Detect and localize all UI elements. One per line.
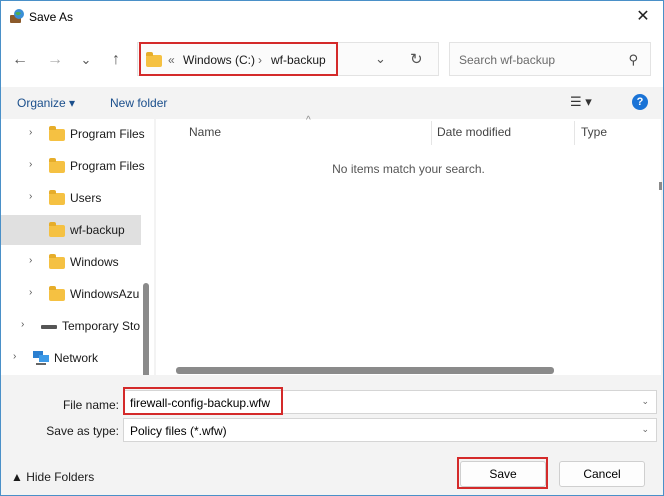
cancel-button[interactable]: Cancel [559,461,645,487]
navigation-tree: › Program Files › Program Files › Users … [1,119,154,375]
expand-chevron-icon[interactable]: › [29,191,32,202]
column-header-date-modified[interactable]: Date modified [437,125,511,139]
network-icon [33,351,49,365]
tree-item-label: Windows [70,255,119,269]
folder-icon [49,222,65,237]
refresh-icon[interactable]: ↻ [410,50,423,68]
expand-chevron-icon[interactable]: › [29,255,32,266]
command-toolbar: Organize ▾ New folder ☰ ▾ ? [1,87,663,119]
expand-chevron-icon[interactable]: › [29,287,32,298]
horizontal-scrollbar[interactable] [176,367,554,374]
file-name-label: File name: [62,398,119,412]
expand-chevron-icon[interactable]: › [21,319,24,330]
column-divider[interactable] [574,121,575,145]
file-list-pane: ^ Name Date modified Type No items match… [156,115,662,375]
save-as-type-select[interactable]: Policy files (*.wfw) ⌄ [123,418,657,442]
empty-folder-message: No items match your search. [332,162,485,176]
folder-icon [49,190,65,205]
column-header-name[interactable]: Name [189,125,221,139]
tree-item-network[interactable]: › Network [1,343,141,373]
expand-chevron-icon[interactable]: › [13,351,16,362]
organize-menu-button[interactable]: Organize ▾ [17,96,75,110]
tree-item-label: wf-backup [70,223,125,237]
folder-icon [49,286,65,301]
search-icon[interactable]: ⚲ [628,52,638,68]
folder-icon [49,126,65,141]
recent-locations-chevron-icon[interactable]: ⌄ [75,49,97,71]
save-as-dialog: Save As ✕ ← → ⌄ ↑ « Windows (C:) › wf-ba… [0,0,664,496]
search-placeholder[interactable]: Search wf-backup [459,53,555,67]
tree-scrollbar[interactable] [143,283,149,375]
column-divider[interactable] [431,121,432,145]
forward-arrow-icon[interactable]: → [44,49,66,71]
navigation-bar: ← → ⌄ ↑ « Windows (C:) › wf-backup ⌄ ↻ S… [1,33,663,87]
tree-item-label: Network [54,351,99,365]
file-name-highlight-box [123,387,283,415]
tree-item-label: Program Files [70,159,145,173]
tree-item-program-files-x86[interactable]: › Program Files [1,151,145,181]
save-highlight-box [457,457,548,489]
expand-chevron-icon[interactable]: › [29,127,32,138]
drive-icon [41,325,57,329]
title-bar: Save As ✕ [1,1,663,33]
file-name-dropdown-icon[interactable]: ⌄ [641,396,649,407]
help-icon[interactable]: ? [632,94,648,110]
tree-item-users[interactable]: › Users [1,183,141,213]
tree-item-label: Temporary Sto [62,319,141,333]
folder-icon [49,158,65,173]
column-header-type[interactable]: Type [581,125,607,139]
tree-item-program-files[interactable]: › Program Files [1,119,145,149]
sort-indicator-icon: ^ [306,115,311,126]
search-box[interactable]: Search wf-backup ⚲ [449,42,651,76]
tree-item-label: Users [70,191,102,205]
close-button[interactable]: ✕ [629,5,657,29]
up-arrow-icon[interactable]: ↑ [105,49,127,71]
app-globe-icon [10,9,24,23]
expand-chevron-icon[interactable]: › [29,159,32,170]
hide-folders-button[interactable]: ▲ Hide Folders [11,470,94,484]
view-options-icon[interactable]: ☰ ▾ [570,94,592,110]
tree-item-windows[interactable]: › Windows [1,247,141,277]
save-as-type-dropdown-icon[interactable]: ⌄ [641,424,649,435]
tree-item-wf-backup[interactable]: wf-backup [1,215,141,245]
tree-item-temporary-storage[interactable]: › Temporary Sto [1,311,141,341]
address-highlight-box [139,42,338,76]
address-dropdown-chevron-icon[interactable]: ⌄ [375,51,386,67]
folder-icon [49,254,65,269]
save-as-type-label: Save as type: [46,424,119,438]
tree-item-label: Program Files [70,127,145,141]
window-title: Save As [29,10,74,24]
new-folder-button[interactable]: New folder [110,96,167,110]
back-arrow-icon[interactable]: ← [9,49,31,71]
vertical-scrollbar[interactable] [659,182,662,190]
tree-item-windowsazure[interactable]: › WindowsAzu [1,279,141,309]
save-as-type-value[interactable]: Policy files (*.wfw) [130,424,227,438]
tree-item-label: WindowsAzu [70,287,140,301]
